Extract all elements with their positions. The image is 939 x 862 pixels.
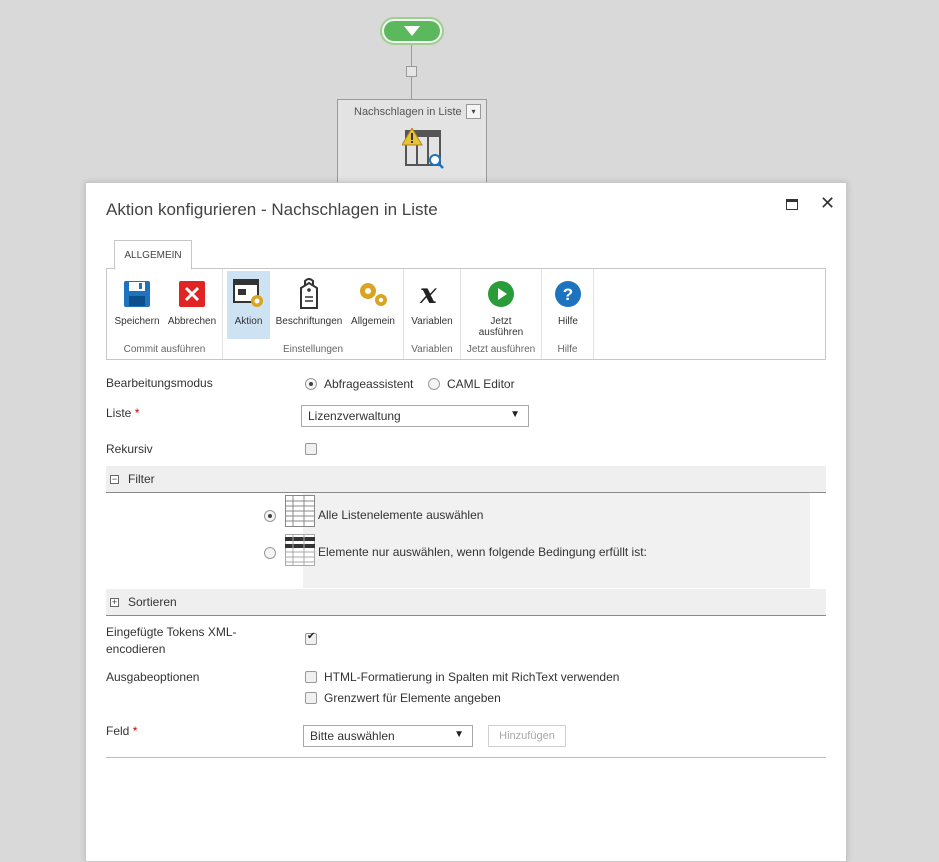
- save-icon: [123, 278, 151, 310]
- close-icon[interactable]: ✕: [820, 193, 835, 214]
- ribbon-group-label: Jetzt ausführen: [466, 344, 536, 355]
- richtext-html-option[interactable]: HTML-Formatierung in Spalten mit RichTex…: [305, 670, 619, 684]
- lookup-action-node[interactable]: Nachschlagen in Liste ▾: [337, 99, 487, 189]
- filter-section-header[interactable]: − Filter: [106, 466, 826, 493]
- edit-mode-query-wizard-option[interactable]: Abfrageassistent: [305, 377, 413, 391]
- list-lookup-warning-icon: [401, 127, 448, 175]
- svg-text:?: ?: [563, 285, 573, 304]
- cancel-button[interactable]: Abbrechen: [165, 271, 219, 339]
- play-icon: [487, 278, 515, 310]
- gears-icon: [357, 278, 389, 310]
- ribbon-group-einstellungen: Aktion Beschriftungen Allgemein Einstell…: [223, 269, 404, 359]
- output-options-label: Ausgabeoptionen: [106, 670, 200, 684]
- expand-icon[interactable]: +: [110, 597, 119, 607]
- dropdown-arrow-icon: ▼: [454, 729, 464, 740]
- ribbon-group-label: Einstellungen: [282, 344, 344, 355]
- svg-text:x: x: [419, 280, 437, 308]
- general-settings-button[interactable]: Allgemein: [347, 271, 399, 339]
- filter-condition-radio[interactable]: [264, 547, 276, 559]
- action-settings-icon: [232, 278, 265, 310]
- action-node-title: Nachschlagen in Liste: [354, 106, 462, 118]
- connector-line: [411, 45, 412, 66]
- run-now-button[interactable]: Jetzt ausführen: [471, 271, 531, 339]
- action-node-dropdown-button[interactable]: ▾: [466, 104, 481, 119]
- filtered-table-icon: [285, 534, 315, 571]
- tag-icon: [298, 278, 320, 310]
- xml-encode-tokens-checkbox[interactable]: [305, 631, 317, 645]
- ribbon-group-label: Commit ausführen: [123, 344, 206, 355]
- recursive-label: Rekursiv: [106, 442, 153, 456]
- tab-allgemein[interactable]: ALLGEMEIN: [114, 240, 192, 270]
- save-button[interactable]: Speichern: [111, 271, 163, 339]
- help-button[interactable]: ? Hilfe: [546, 271, 590, 339]
- add-field-button[interactable]: Hinzufügen: [488, 725, 566, 747]
- maximize-icon[interactable]: [786, 195, 798, 210]
- caml-editor-radio[interactable]: [428, 378, 440, 390]
- ribbon-group-label: Variablen: [411, 344, 453, 355]
- help-icon: ?: [554, 278, 582, 310]
- connector-line: [411, 77, 412, 99]
- field-label: Feld *: [106, 724, 138, 738]
- ribbon-group-commit: Speichern Abbrechen Commit ausführen: [107, 269, 223, 359]
- dropdown-arrow-icon: ▼: [510, 409, 520, 420]
- query-wizard-radio[interactable]: [305, 378, 317, 390]
- configure-action-dialog: Aktion konfigurieren - Nachschlagen in L…: [85, 182, 847, 862]
- filter-all-radio[interactable]: [264, 510, 276, 522]
- divider: [106, 757, 826, 758]
- recursive-checkbox[interactable]: [305, 443, 317, 455]
- filter-condition-option[interactable]: Elemente nur auswählen, wenn folgende Be…: [318, 545, 647, 559]
- edit-mode-caml-option[interactable]: CAML Editor: [428, 377, 515, 391]
- richtext-html-checkbox[interactable]: [305, 671, 317, 683]
- field-select[interactable]: Bitte auswählen ▼: [303, 725, 473, 747]
- collapse-icon[interactable]: −: [110, 474, 119, 484]
- workflow-start-node[interactable]: [380, 17, 444, 45]
- action-settings-button[interactable]: Aktion: [227, 271, 270, 339]
- item-limit-option[interactable]: Grenzwert für Elemente angeben: [305, 691, 501, 705]
- cancel-icon: [178, 278, 206, 310]
- ribbon-group-run: Jetzt ausführen Jetzt ausführen: [461, 269, 542, 359]
- connector-insert-point[interactable]: [406, 66, 417, 77]
- filter-all-option[interactable]: Alle Listenelemente auswählen: [318, 508, 483, 522]
- ribbon-group-variablen: x Variablen Variablen: [404, 269, 461, 359]
- ribbon: Speichern Abbrechen Commit ausführen Akt…: [106, 268, 826, 360]
- variable-x-icon: x: [418, 278, 446, 310]
- ribbon-group-label: Hilfe: [557, 344, 578, 355]
- labels-button[interactable]: Beschriftungen: [273, 271, 345, 339]
- edit-mode-label: Bearbeitungsmodus: [106, 376, 213, 390]
- dialog-title: Aktion konfigurieren - Nachschlagen in L…: [106, 200, 438, 219]
- item-limit-checkbox[interactable]: [305, 692, 317, 704]
- xml-encode-tokens-label: Eingefügte Tokens XML- encodieren: [106, 625, 237, 656]
- ribbon-group-help: ? Hilfe Hilfe: [542, 269, 594, 359]
- list-label: Liste *: [106, 406, 140, 420]
- variables-button[interactable]: x Variablen: [407, 271, 457, 339]
- sort-section-header[interactable]: + Sortieren: [106, 589, 826, 616]
- list-select[interactable]: Lizenzverwaltung ▼: [301, 405, 529, 427]
- table-grid-icon: [285, 495, 315, 532]
